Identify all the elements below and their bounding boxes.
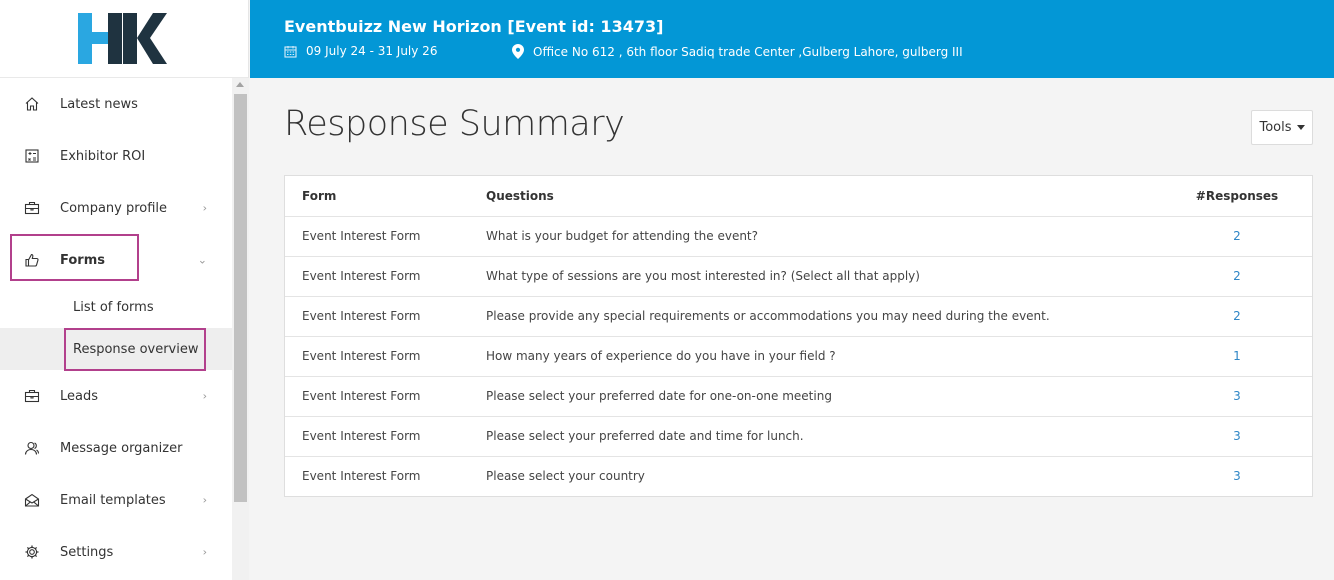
form-cell: Event Interest Form xyxy=(285,375,486,416)
responses-count-link[interactable]: 3 xyxy=(1162,375,1312,416)
chevron-right-icon: › xyxy=(202,545,207,559)
table-row: Event Interest Form Please select your p… xyxy=(285,375,1312,416)
envelope-open-icon xyxy=(23,491,41,509)
logo-area xyxy=(0,0,248,78)
forms-highlight-box xyxy=(10,234,139,281)
logo-letter-k xyxy=(123,13,167,64)
form-cell: Event Interest Form xyxy=(285,215,486,256)
responses-count-link[interactable]: 2 xyxy=(1162,255,1312,296)
question-cell: What type of sessions are you most inter… xyxy=(486,255,1162,296)
event-location: Office No 612 , 6th floor Sadiq trade Ce… xyxy=(512,44,963,59)
scroll-up-arrow-icon[interactable] xyxy=(236,82,244,87)
table-row: Event Interest Form Please select your p… xyxy=(285,415,1312,456)
table-header-row: Form Questions #Responses xyxy=(285,176,1312,216)
page-title: Response Summary xyxy=(284,104,625,144)
table-row: Event Interest Form Please select your c… xyxy=(285,455,1312,496)
sidebar-item-label: Email templates xyxy=(60,492,166,508)
logo-letter-h xyxy=(78,13,125,64)
table-row: Event Interest Form What type of session… xyxy=(285,255,1312,296)
home-icon xyxy=(23,95,41,113)
question-cell: Please select your preferred date for on… xyxy=(486,375,1162,416)
question-cell: Please select your preferred date and ti… xyxy=(486,415,1162,456)
caret-down-icon xyxy=(1296,125,1305,130)
sidebar-item-message-organizer[interactable]: Message organizer xyxy=(0,422,232,474)
question-cell: Please select your country xyxy=(486,455,1162,496)
form-cell: Event Interest Form xyxy=(285,255,486,296)
form-cell: Event Interest Form xyxy=(285,415,486,456)
chevron-right-icon: › xyxy=(202,389,207,403)
event-date: 09 July 24 - 31 July 26 xyxy=(284,44,437,58)
users-icon xyxy=(23,439,41,457)
form-cell: Event Interest Form xyxy=(285,295,486,336)
column-header-form[interactable]: Form xyxy=(285,176,486,216)
chevron-right-icon: › xyxy=(202,493,207,507)
tools-label: Tools xyxy=(1259,120,1292,135)
briefcase-icon xyxy=(23,199,41,217)
responses-count-link[interactable]: 3 xyxy=(1162,455,1312,496)
question-cell: What is your budget for attending the ev… xyxy=(486,215,1162,256)
map-marker-icon xyxy=(512,44,524,59)
event-title: Eventbuizz New Horizon [Event id: 13473] xyxy=(284,17,664,36)
column-header-responses[interactable]: #Responses xyxy=(1162,176,1312,216)
sidebar-item-exhibitor-roi[interactable]: Exhibitor ROI xyxy=(0,130,232,182)
calendar-icon xyxy=(284,45,297,58)
briefcase-icon xyxy=(23,387,41,405)
table-row: Event Interest Form Please provide any s… xyxy=(285,295,1312,336)
event-location-text: Office No 612 , 6th floor Sadiq trade Ce… xyxy=(533,44,963,59)
sidebar-item-settings[interactable]: Settings › xyxy=(0,526,232,578)
sidebar-item-latest-news[interactable]: Latest news xyxy=(0,78,232,130)
responses-count-link[interactable]: 2 xyxy=(1162,215,1312,256)
table-row: Event Interest Form How many years of ex… xyxy=(285,335,1312,376)
sidebar-item-label: Leads xyxy=(60,388,99,404)
response-overview-highlight-box xyxy=(64,328,206,371)
sidebar-item-label: Company profile xyxy=(60,200,168,216)
sidebar-subitem-list-of-forms[interactable]: List of forms xyxy=(0,286,232,328)
response-summary-table: Form Questions #Responses Event Interest… xyxy=(284,175,1313,497)
column-header-questions[interactable]: Questions xyxy=(486,176,1162,216)
sidebar-item-leads[interactable]: Leads › xyxy=(0,370,232,422)
scrollbar-thumb[interactable] xyxy=(234,94,247,502)
form-cell: Event Interest Form xyxy=(285,455,486,496)
calculator-icon xyxy=(23,147,41,165)
chevron-down-icon: ⌄ xyxy=(197,253,207,267)
chevron-right-icon: › xyxy=(202,201,207,215)
table-row: Event Interest Form What is your budget … xyxy=(285,215,1312,256)
question-cell: How many years of experience do you have… xyxy=(486,335,1162,376)
event-header: Eventbuizz New Horizon [Event id: 13473]… xyxy=(250,0,1334,78)
event-date-text: 09 July 24 - 31 July 26 xyxy=(306,44,438,58)
sidebar-scrollbar[interactable] xyxy=(232,78,249,580)
sidebar-item-email-templates[interactable]: Email templates › xyxy=(0,474,232,526)
hk-logo[interactable] xyxy=(78,13,167,64)
responses-count-link[interactable]: 1 xyxy=(1162,335,1312,376)
sidebar-item-label: Message organizer xyxy=(60,440,183,456)
gear-icon xyxy=(23,543,41,561)
sidebar-item-company-profile[interactable]: Company profile › xyxy=(0,182,232,234)
sidebar-item-label: Settings xyxy=(60,544,114,560)
sidebar-item-label: Exhibitor ROI xyxy=(60,148,146,164)
sidebar-item-label: Latest news xyxy=(60,96,138,112)
sidebar: Latest news Exhibitor ROI Company profil… xyxy=(0,0,249,580)
question-cell: Please provide any special requirements … xyxy=(486,295,1162,336)
form-cell: Event Interest Form xyxy=(285,335,486,376)
tools-dropdown-button[interactable]: Tools xyxy=(1251,110,1313,145)
responses-count-link[interactable]: 3 xyxy=(1162,415,1312,456)
responses-count-link[interactable]: 2 xyxy=(1162,295,1312,336)
